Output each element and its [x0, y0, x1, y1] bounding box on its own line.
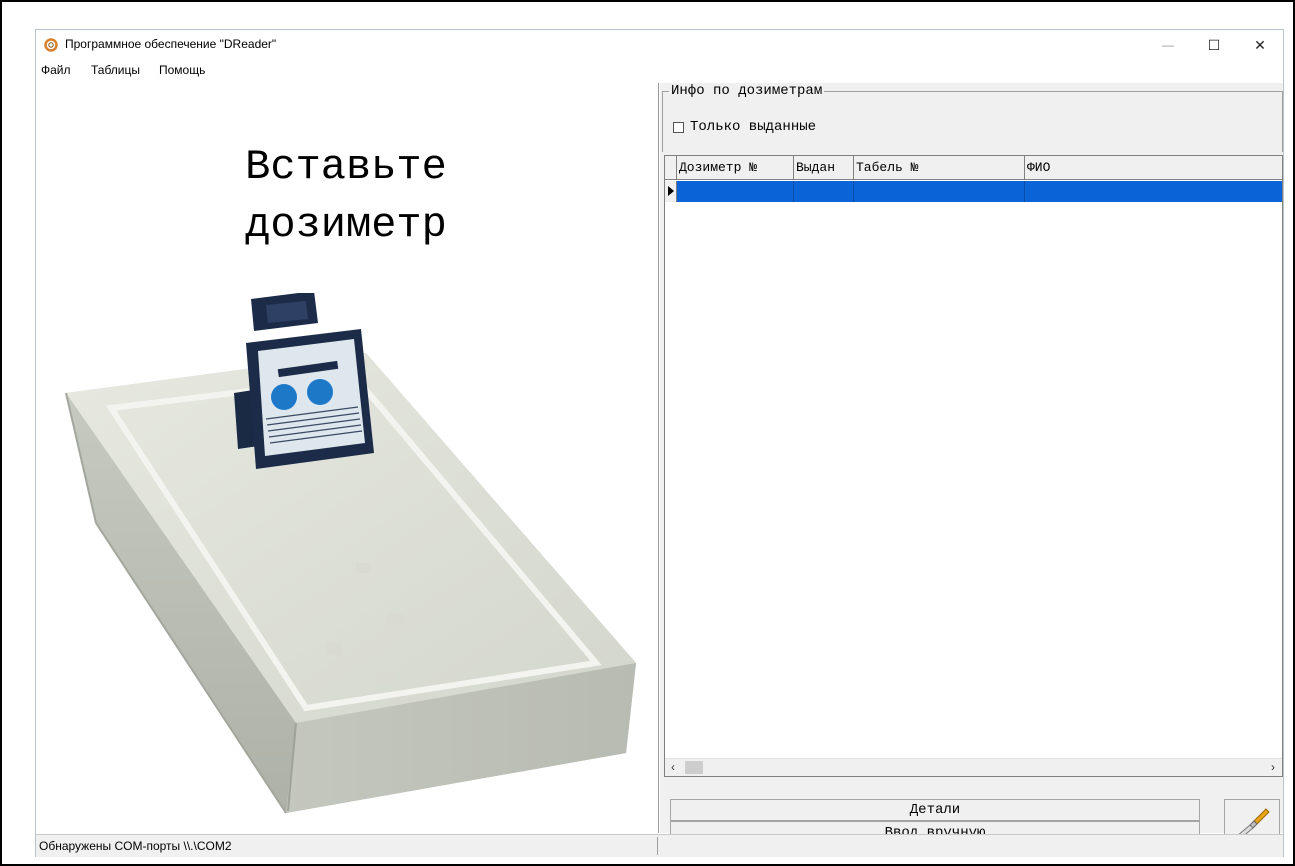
window-title: Программное обеспечение "DReader": [65, 37, 277, 51]
insert-prompt-line2: дозиметр: [245, 201, 447, 249]
only-issued-checkbox[interactable]: [673, 121, 684, 133]
current-row-arrow-icon: [668, 186, 674, 196]
status-bar: Обнаружены COM-порты \\.\COM2: [36, 834, 1283, 857]
group-title: Инфо по дозиметрам: [669, 83, 825, 99]
row-indicator[interactable]: [665, 181, 677, 202]
menu-help[interactable]: Помощь: [159, 63, 205, 77]
cell-tab-number[interactable]: [854, 181, 1025, 202]
minimize-button[interactable]: —: [1145, 30, 1191, 60]
left-pane: Вставьте дозиметр: [36, 83, 659, 833]
only-issued-checkbox-row[interactable]: Только выданные: [673, 119, 816, 135]
scroll-thumb[interactable]: [685, 761, 703, 774]
minimize-icon: —: [1162, 38, 1174, 52]
row-indicator-header: [665, 156, 677, 180]
title-bar: Программное обеспечение "DReader" — ☐ ✕: [36, 30, 1283, 60]
menu-file[interactable]: Файл: [41, 63, 71, 77]
scroll-right-button[interactable]: ›: [1265, 759, 1281, 776]
horizontal-scrollbar[interactable]: ‹ ›: [665, 758, 1282, 776]
column-header-tab-number[interactable]: Табель №: [854, 156, 1025, 180]
column-header-dosimeter-number[interactable]: Дозиметр №: [677, 156, 794, 180]
cell-issued[interactable]: [794, 181, 854, 202]
scroll-left-button[interactable]: ‹: [665, 759, 681, 776]
column-header-issued[interactable]: Выдан: [794, 156, 854, 180]
status-text: Обнаружены COM-порты \\.\COM2: [39, 839, 232, 853]
maximize-icon: ☐: [1207, 36, 1221, 53]
menu-tables[interactable]: Таблицы: [91, 63, 140, 77]
menu-bar: Файл Таблицы Помощь: [36, 60, 1283, 80]
right-pane: Инфо по дозиметрам Только выданные Дозим…: [660, 83, 1283, 845]
cell-full-name[interactable]: [1025, 181, 1282, 202]
app-icon: [44, 38, 58, 52]
app-window: Программное обеспечение "DReader" — ☐ ✕ …: [35, 29, 1284, 857]
close-button[interactable]: ✕: [1237, 30, 1283, 60]
details-button[interactable]: Детали: [670, 799, 1200, 821]
insert-prompt-line1: Вставьте: [245, 143, 447, 191]
screenshot-frame: Программное обеспечение "DReader" — ☐ ✕ …: [0, 0, 1295, 866]
column-header-full-name[interactable]: ФИО: [1025, 156, 1282, 180]
dosimeter-table[interactable]: Дозиметр № Выдан Табель № ФИО ‹ ›: [664, 155, 1283, 777]
only-issued-label[interactable]: Только выданные: [690, 119, 816, 135]
status-divider: [657, 837, 658, 855]
dosimeter-info-group: Инфо по дозиметрам Только выданные: [662, 83, 1283, 152]
dosimeter-reader-photo: [65, 293, 636, 814]
cell-dosimeter-number[interactable]: [677, 181, 794, 202]
maximize-button[interactable]: ☐: [1191, 30, 1237, 60]
close-icon: ✕: [1254, 36, 1266, 53]
